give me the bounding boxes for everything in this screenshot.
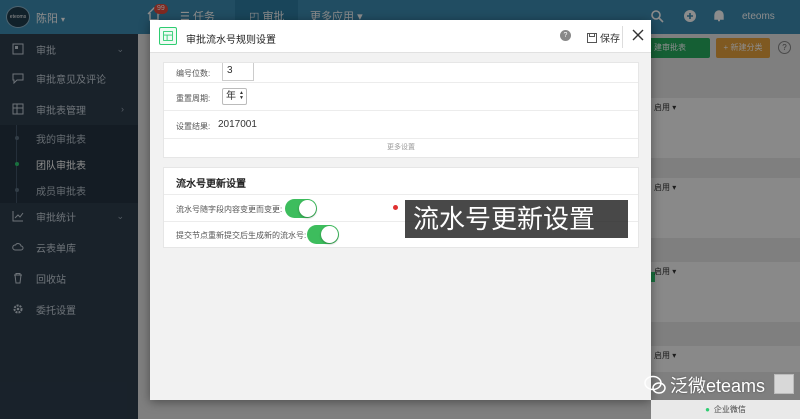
numbering-rule-panel: 编号位数: 3 重置周期: 年 ▲ ▼ 设置结果: 2017001 更多设置 [163, 62, 639, 158]
period-row: 重置周期: 年 ▲ ▼ [164, 83, 638, 111]
result-row: 设置结果: 2017001 [164, 111, 638, 139]
more-settings-link[interactable]: 更多设置 [164, 138, 638, 158]
section-title: 流水号更新设置 [176, 179, 246, 190]
toggle-knob [299, 200, 316, 217]
dialog-header: 审批流水号规则设置 ? 保存 [150, 20, 651, 53]
wecom-label: 企业微信 [713, 405, 746, 414]
result-value: 2017001 [218, 119, 257, 130]
watermark-text: 泛微eteams [670, 376, 766, 396]
toggle-knob [321, 226, 338, 243]
digits-label: 编号位数: [176, 69, 211, 78]
period-label: 重置周期: [176, 94, 211, 103]
annotation-dot [393, 205, 398, 210]
toggle-label: 流水号随字段内容变更而变更: [176, 205, 283, 214]
result-label: 设置结果: [176, 122, 211, 131]
field-change-toggle[interactable] [285, 199, 317, 218]
close-icon[interactable] [631, 28, 645, 42]
wechat-icon [644, 375, 666, 394]
select-arrow-icon: ▲ ▼ [239, 90, 244, 101]
digits-row: 编号位数: 3 [164, 63, 638, 83]
wecom-chip[interactable]: ● 企业微信 [651, 400, 800, 419]
watermark: 泛微eteams [644, 372, 765, 398]
section-header-row: 流水号更新设置 [164, 168, 638, 195]
toggle-label: 提交节点重新提交后生成新的流水号: [176, 231, 307, 240]
save-label: 保存 [600, 34, 620, 45]
chat-icon: ● [705, 405, 710, 414]
save-button[interactable]: 保存 [587, 30, 620, 45]
help-icon[interactable]: ? [560, 30, 571, 41]
period-value: 年 [226, 91, 236, 102]
resubmit-toggle[interactable] [307, 225, 339, 244]
period-select[interactable]: 年 ▲ ▼ [222, 88, 247, 105]
annotation-callout: 流水号更新设置 [405, 200, 628, 238]
digits-input[interactable]: 3 [222, 63, 254, 81]
scroll-top-button[interactable] [774, 374, 794, 394]
header-divider [622, 26, 623, 48]
settings-form-icon [159, 27, 177, 45]
save-icon [587, 32, 597, 43]
dialog-title: 审批流水号规则设置 [186, 35, 276, 46]
